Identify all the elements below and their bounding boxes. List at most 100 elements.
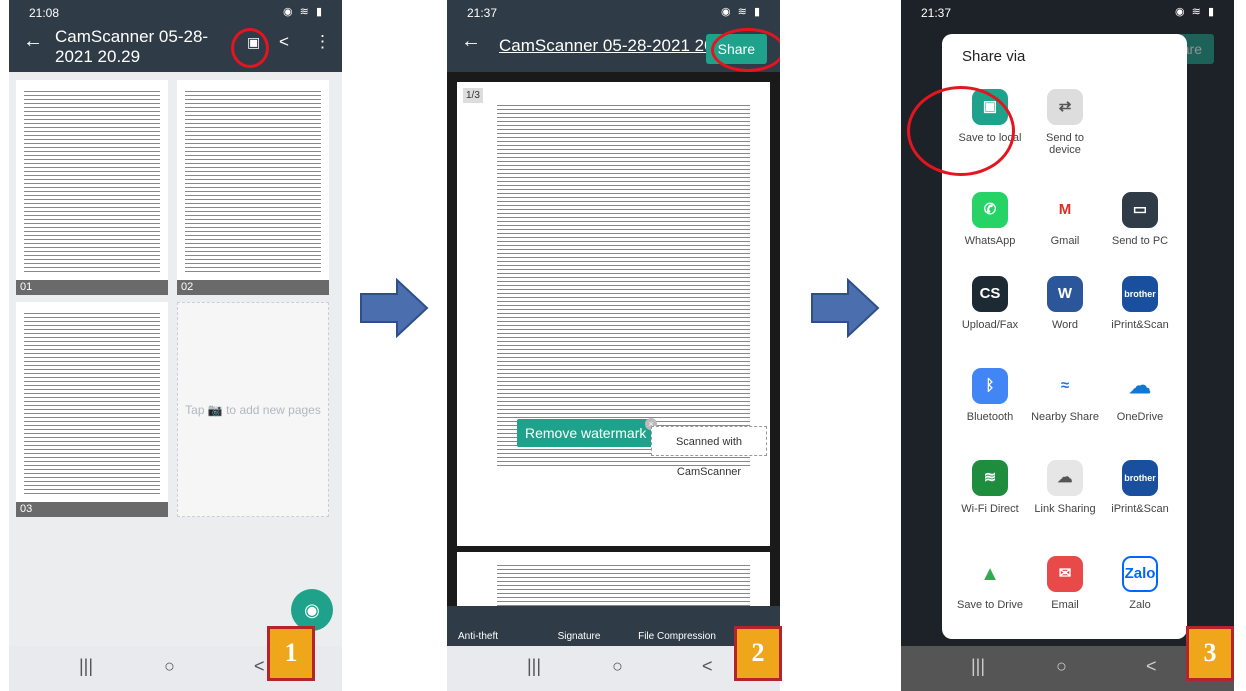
document-title[interactable]: CamScanner 05-28-2021 20.29 (499, 36, 709, 56)
app-label: Save to Drive (956, 599, 1024, 611)
status-icons: ◉ ≋ ▮ (1175, 6, 1216, 18)
highlight-circle (231, 28, 269, 68)
app-label: Upload/Fax (961, 319, 1019, 331)
file-compression-tool[interactable]: File Compression (627, 631, 727, 642)
status-time: 21:37 (921, 6, 952, 20)
app-zalo[interactable]: Zalo Zalo (1104, 556, 1176, 611)
cloud-icon: ☁ (1122, 368, 1158, 404)
whatsapp-icon: ✆ (972, 192, 1008, 228)
phone-screen-2: 21:37 ◉ ≋ ▮ ← CamScanner 05-28-2021 20.29… (447, 0, 780, 691)
status-bar: 21:08 ◉ ≋ ▮ (9, 0, 342, 20)
document-title: CamScanner 05-28-2021 20.29 (55, 27, 209, 66)
home-icon[interactable]: ○ (164, 656, 175, 677)
watermark-label: Scanned with CamScanner (651, 426, 767, 478)
step-badge-3: 3 (1186, 626, 1234, 681)
remove-watermark-button[interactable]: Remove watermark (517, 419, 655, 447)
link-cloud-icon: ☁ (1047, 460, 1083, 496)
camera-icon: ◉ (304, 600, 320, 620)
brother-icon: brother (1122, 276, 1158, 312)
app-send-to-device[interactable]: ⇄ Send to device (1029, 89, 1101, 156)
highlight-circle (711, 28, 780, 72)
share-icon[interactable]: < (279, 32, 289, 52)
page-thumbnail[interactable]: 03 (16, 302, 168, 517)
app-email[interactable]: ✉ Email (1029, 556, 1101, 611)
step-badge-2: 2 (734, 626, 782, 681)
signature-tool[interactable]: Signature (549, 631, 609, 642)
share-sheet-title: Share via (962, 48, 1026, 65)
page-number: 01 (16, 280, 168, 295)
app-iprint-scan[interactable]: brother iPrint&Scan (1104, 276, 1176, 331)
nearby-share-icon: ≈ (1047, 368, 1083, 404)
app-upload-fax[interactable]: CS Upload/Fax (954, 276, 1026, 331)
app-label: Send to device (1046, 132, 1084, 156)
status-time: 21:37 (467, 6, 498, 20)
back-icon[interactable]: ← (461, 30, 481, 53)
page-number: 02 (177, 280, 329, 295)
email-icon: ✉ (1047, 556, 1083, 592)
app-label: Wi-Fi Direct (961, 503, 1019, 515)
status-time: 21:08 (29, 6, 60, 20)
status-bar: 21:37 ◉ ≋ ▮ (901, 0, 1234, 20)
app-gmail[interactable]: M Gmail (1029, 192, 1101, 247)
arrow-icon (811, 278, 880, 338)
monitor-icon: ▭ (1122, 192, 1158, 228)
phone-screen-1: 21:08 ◉ ≋ ▮ ← CamScanner 05-28-2021 20.29… (9, 0, 342, 691)
phone-screen-3: 21:37◉ ≋ ▮ Share Share via ▣Save to loca… (901, 0, 1234, 691)
app-label: iPrint&Scan (1111, 503, 1169, 515)
recents-icon[interactable]: ||| (971, 656, 985, 677)
add-page-label: Tap 📷 to add new pages (185, 402, 321, 417)
app-bluetooth[interactable]: ᛒ Bluetooth (954, 368, 1026, 423)
app-send-to-pc[interactable]: ▭ Send to PC (1104, 192, 1176, 247)
page-thumbnail[interactable]: 02 (177, 80, 329, 295)
page-number: 03 (16, 502, 168, 517)
recents-icon[interactable]: ||| (527, 656, 541, 677)
app-nearby-share[interactable]: ≈ Nearby Share (1029, 368, 1101, 423)
page-grid: 01 02 03 Tap 📷 to add new pages (9, 72, 342, 646)
app-label: WhatsApp (964, 235, 1016, 247)
app-iprint-scan-2[interactable]: brother iPrint&Scan (1104, 460, 1176, 515)
top-bar: ← CamScanner 05-28-2021 20.29 ▣ < ⋮ (9, 20, 342, 72)
home-icon[interactable]: ○ (612, 656, 623, 677)
step-badge-1: 1 (267, 626, 315, 681)
app-label: Link Sharing (1034, 503, 1096, 515)
app-wifi-direct[interactable]: ≋ Wi-Fi Direct (954, 460, 1026, 515)
page-thumbnail[interactable]: 01 (16, 80, 168, 295)
status-icons: ◉ ≋ ▮ (283, 6, 324, 18)
arrow-icon (360, 278, 429, 338)
camera-button[interactable]: ◉ (291, 589, 333, 631)
app-label: OneDrive (1116, 411, 1164, 423)
send-device-icon: ⇄ (1047, 89, 1083, 125)
highlight-circle (907, 86, 1015, 176)
app-onedrive[interactable]: ☁ OneDrive (1104, 368, 1176, 423)
app-label: Zalo (1129, 599, 1151, 611)
app-word[interactable]: W Word (1029, 276, 1101, 331)
camscanner-icon: CS (972, 276, 1008, 312)
document-page (457, 552, 770, 612)
more-icon[interactable]: ⋮ (314, 32, 331, 52)
app-label: Nearby Share (1031, 411, 1099, 423)
back-nav-icon[interactable]: < (254, 656, 265, 677)
wifi-icon: ≋ (972, 460, 1008, 496)
app-label: Gmail (1050, 235, 1080, 247)
app-save-to-drive[interactable]: ▲ Save to Drive (954, 556, 1026, 611)
back-icon[interactable]: ← (23, 30, 43, 53)
back-nav-icon[interactable]: < (1146, 656, 1157, 677)
app-label: Email (1051, 599, 1079, 611)
status-icons: ◉ ≋ ▮ (721, 6, 762, 18)
add-page-button[interactable]: Tap 📷 to add new pages (177, 302, 329, 517)
brother-icon: brother (1122, 460, 1158, 496)
app-label: Send to PC (1111, 235, 1169, 247)
status-bar: 21:37 ◉ ≋ ▮ (447, 0, 780, 20)
anti-theft-tool[interactable]: Anti-theft (453, 631, 503, 642)
tool-bar: Anti-theft Signature File Compression Pl (447, 606, 780, 646)
page-indicator: 1/3 (463, 88, 483, 103)
recents-icon[interactable]: ||| (79, 656, 93, 677)
bluetooth-icon: ᛒ (972, 368, 1008, 404)
app-link-sharing[interactable]: ☁ Link Sharing (1029, 460, 1101, 515)
system-navbar: ||| ○ < (901, 646, 1234, 691)
home-icon[interactable]: ○ (1056, 656, 1067, 677)
app-label: Word (1051, 319, 1079, 331)
app-whatsapp[interactable]: ✆ WhatsApp (954, 192, 1026, 247)
back-nav-icon[interactable]: < (702, 656, 713, 677)
system-navbar: ||| ○ < (447, 646, 780, 691)
